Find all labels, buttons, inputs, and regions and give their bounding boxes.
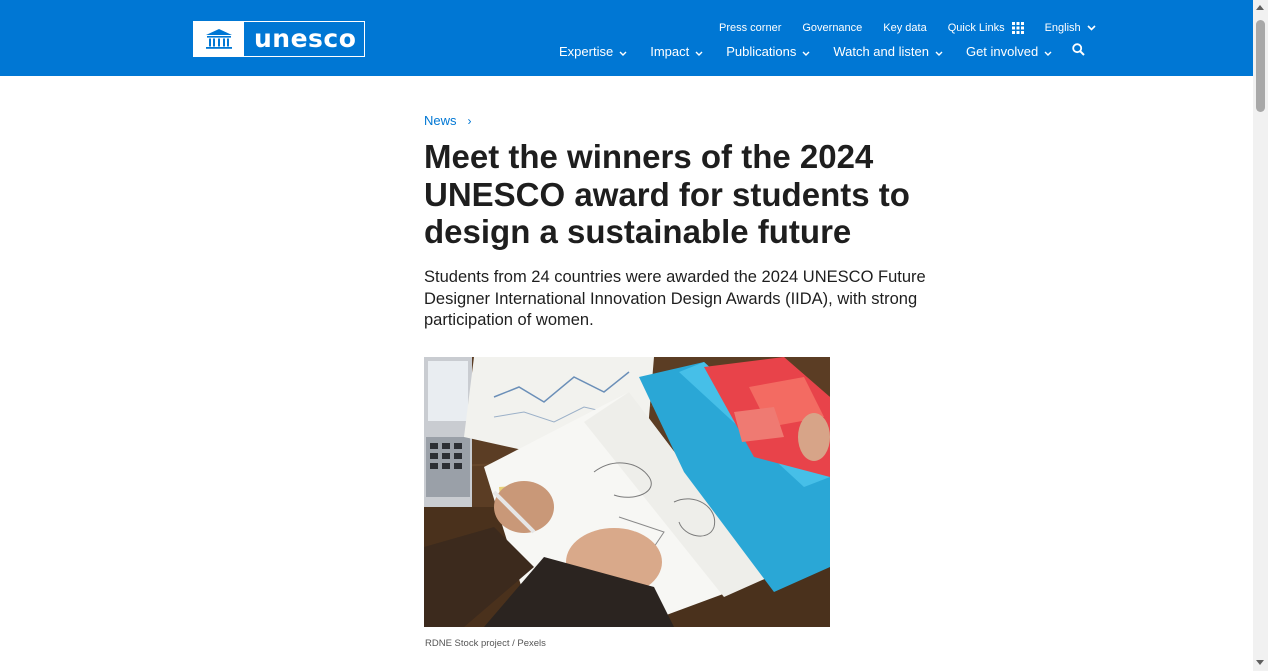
nav-watch-and-listen[interactable]: Watch and listen <box>833 44 943 59</box>
nav-involved-label: Get involved <box>965 43 1039 59</box>
logo-wordmark: unesco <box>254 24 357 53</box>
breadcrumb-separator: › <box>467 113 472 128</box>
nav-impact-label: Impact <box>650 43 690 59</box>
breadcrumb-news-link[interactable]: News <box>424 113 457 128</box>
article-lede: Students from 24 countries were awarded … <box>424 268 926 329</box>
key-data-link[interactable]: Key data <box>883 22 926 34</box>
image-caption: RDNE Stock project / Pexels <box>425 638 546 649</box>
scroll-thumb[interactable] <box>1256 20 1265 112</box>
search-icon <box>1072 43 1085 59</box>
article-hero-image <box>424 357 830 627</box>
chevron-down-icon <box>695 44 703 59</box>
scroll-down-icon[interactable] <box>1256 660 1264 665</box>
chevron-down-icon <box>802 44 810 59</box>
utility-nav: Press corner Governance Key data Quick L… <box>719 22 1096 34</box>
quick-links-label: Quick Links <box>947 22 1005 34</box>
temple-logo-icon <box>194 22 244 56</box>
page-title: Meet the winners of the 2024 UNESCO awar… <box>424 138 910 250</box>
nav-watch-label: Watch and listen <box>833 43 929 59</box>
chevron-down-icon <box>1087 22 1096 34</box>
site-header: unesco Press corner Governance Key data … <box>0 0 1253 76</box>
nav-expertise[interactable]: Expertise <box>559 44 627 59</box>
nav-impact[interactable]: Impact <box>650 44 703 59</box>
search-button[interactable] <box>1072 43 1085 59</box>
breadcrumb: News › <box>424 113 472 128</box>
chevron-down-icon <box>619 44 627 59</box>
nav-publications-label: Publications <box>726 43 797 59</box>
main-nav: Expertise Impact Publications Watch and … <box>559 43 1085 59</box>
governance-link[interactable]: Governance <box>802 22 862 34</box>
chevron-down-icon <box>1044 44 1052 59</box>
grid-icon <box>1011 22 1024 34</box>
quick-links-button[interactable]: Quick Links <box>948 22 1024 34</box>
scroll-up-icon[interactable] <box>1256 5 1264 10</box>
page-scrollbar[interactable] <box>1253 0 1268 671</box>
unesco-logo[interactable]: unesco <box>193 21 365 57</box>
nav-get-involved[interactable]: Get involved <box>966 44 1052 59</box>
language-label: English <box>1044 22 1081 34</box>
press-corner-link[interactable]: Press corner <box>719 22 781 34</box>
chevron-down-icon <box>935 44 943 59</box>
nav-publications[interactable]: Publications <box>726 44 810 59</box>
language-selector[interactable]: English <box>1045 22 1096 34</box>
nav-expertise-label: Expertise <box>559 43 614 59</box>
